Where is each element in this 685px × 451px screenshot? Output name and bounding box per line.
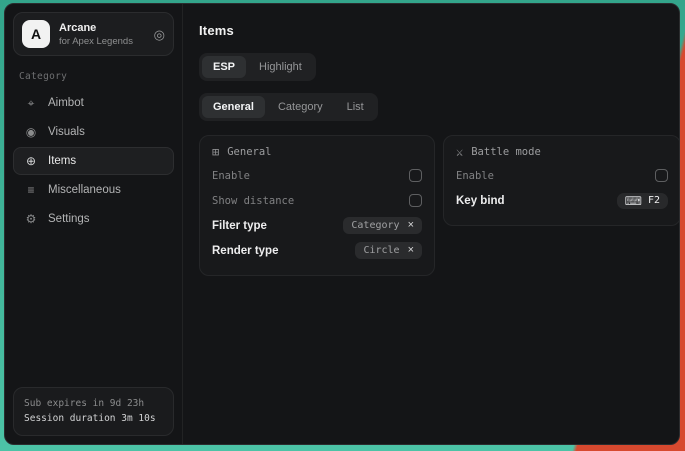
sidebar-item-label: Visuals	[48, 126, 85, 138]
render-type-select[interactable]: Circle ×	[355, 242, 422, 259]
tab-bar: General Category List	[199, 93, 378, 121]
sidebar-item-items[interactable]: ⊕ Items	[13, 147, 174, 175]
render-type-value: Circle	[363, 245, 399, 256]
keyboard-icon: ⌨	[625, 195, 642, 207]
setting-row-filter-type: Filter type Category ×	[212, 213, 422, 238]
setting-label: Enable	[456, 170, 494, 182]
app-logo-text: Arcane for Apex Legends	[59, 22, 133, 47]
battle-enable-checkbox[interactable]	[655, 169, 668, 182]
lifebuoy-icon[interactable]: ◎	[154, 28, 165, 41]
setting-label: Render type	[212, 245, 278, 257]
key-bind-button[interactable]: ⌨ F2	[617, 193, 668, 209]
crosshair-icon: ⌖	[24, 97, 38, 109]
main-content: Items ESP Highlight General Category Lis…	[183, 4, 680, 444]
eye-icon: ◉	[24, 126, 38, 138]
app-subtitle: for Apex Legends	[59, 36, 133, 47]
sidebar-nav: ⌖ Aimbot ◉ Visuals ⊕ Items ≡ Miscellaneo…	[13, 89, 174, 233]
card-title: Battle mode	[471, 146, 541, 158]
tab-list[interactable]: List	[336, 96, 375, 118]
setting-row-render-type: Render type Circle ×	[212, 238, 422, 263]
sidebar-item-label: Items	[48, 155, 76, 167]
card-title: General	[227, 146, 271, 158]
battle-mode-card-header: ⚔ Battle mode	[456, 146, 668, 158]
sidebar-item-settings[interactable]: ⚙ Settings	[13, 205, 174, 233]
mode-option-highlight[interactable]: Highlight	[248, 56, 313, 78]
desktop-background: A Arcane for Apex Legends ◎ Category ⌖ A…	[0, 0, 685, 451]
show-distance-checkbox[interactable]	[409, 194, 422, 207]
mode-switch: ESP Highlight	[199, 53, 316, 81]
session-duration-text: Session duration 3m 10s	[24, 411, 163, 427]
setting-row-show-distance: Show distance	[212, 188, 422, 213]
battle-mode-card: ⚔ Battle mode Enable Key bind ⌨ F2	[443, 135, 680, 226]
sidebar-item-aimbot[interactable]: ⌖ Aimbot	[13, 89, 174, 117]
setting-label: Filter type	[212, 220, 267, 232]
sliders-icon: ≡	[24, 184, 38, 196]
filter-type-select[interactable]: Category ×	[343, 217, 422, 234]
close-icon[interactable]: ×	[408, 245, 414, 256]
app-logo-card: A Arcane for Apex Legends ◎	[13, 12, 174, 56]
swords-icon: ⚔	[456, 146, 463, 158]
mode-switch-row: ESP Highlight	[199, 53, 680, 81]
setting-row-enable: Enable	[456, 163, 668, 188]
sidebar-item-visuals[interactable]: ◉ Visuals	[13, 118, 174, 146]
setting-label: Show distance	[212, 195, 294, 207]
mode-option-esp[interactable]: ESP	[202, 56, 246, 78]
enable-checkbox[interactable]	[409, 169, 422, 182]
tab-bar-row: General Category List	[199, 93, 680, 121]
sidebar-section-label: Category	[19, 71, 168, 82]
sidebar-item-label: Miscellaneous	[48, 184, 121, 196]
close-icon[interactable]: ×	[408, 220, 414, 231]
filter-type-value: Category	[351, 220, 399, 231]
sidebar-item-label: Settings	[48, 213, 90, 225]
page-title: Items	[199, 23, 680, 38]
sidebar-item-miscellaneous[interactable]: ≡ Miscellaneous	[13, 176, 174, 204]
subscription-status-card: Sub expires in 9d 23h Session duration 3…	[13, 387, 174, 436]
setting-label: Enable	[212, 170, 250, 182]
settings-cards: ⊞ General Enable Show distance Filter ty…	[199, 135, 680, 276]
gear-icon: ⚙	[24, 213, 38, 225]
app-title: Arcane	[59, 22, 133, 34]
tab-general[interactable]: General	[202, 96, 265, 118]
setting-label: Key bind	[456, 195, 505, 207]
key-bind-value: F2	[648, 195, 660, 206]
app-logo: A	[22, 20, 50, 48]
scan-grid-icon: ⊞	[212, 146, 219, 158]
setting-row-key-bind: Key bind ⌨ F2	[456, 188, 668, 213]
sidebar-item-label: Aimbot	[48, 97, 84, 109]
sidebar: A Arcane for Apex Legends ◎ Category ⌖ A…	[5, 4, 183, 444]
general-card-header: ⊞ General	[212, 146, 422, 158]
sub-expires-text: Sub expires in 9d 23h	[24, 396, 163, 412]
setting-row-enable: Enable	[212, 163, 422, 188]
tab-category[interactable]: Category	[267, 96, 334, 118]
package-icon: ⊕	[24, 155, 38, 167]
general-card: ⊞ General Enable Show distance Filter ty…	[199, 135, 435, 276]
app-window: A Arcane for Apex Legends ◎ Category ⌖ A…	[4, 3, 680, 445]
